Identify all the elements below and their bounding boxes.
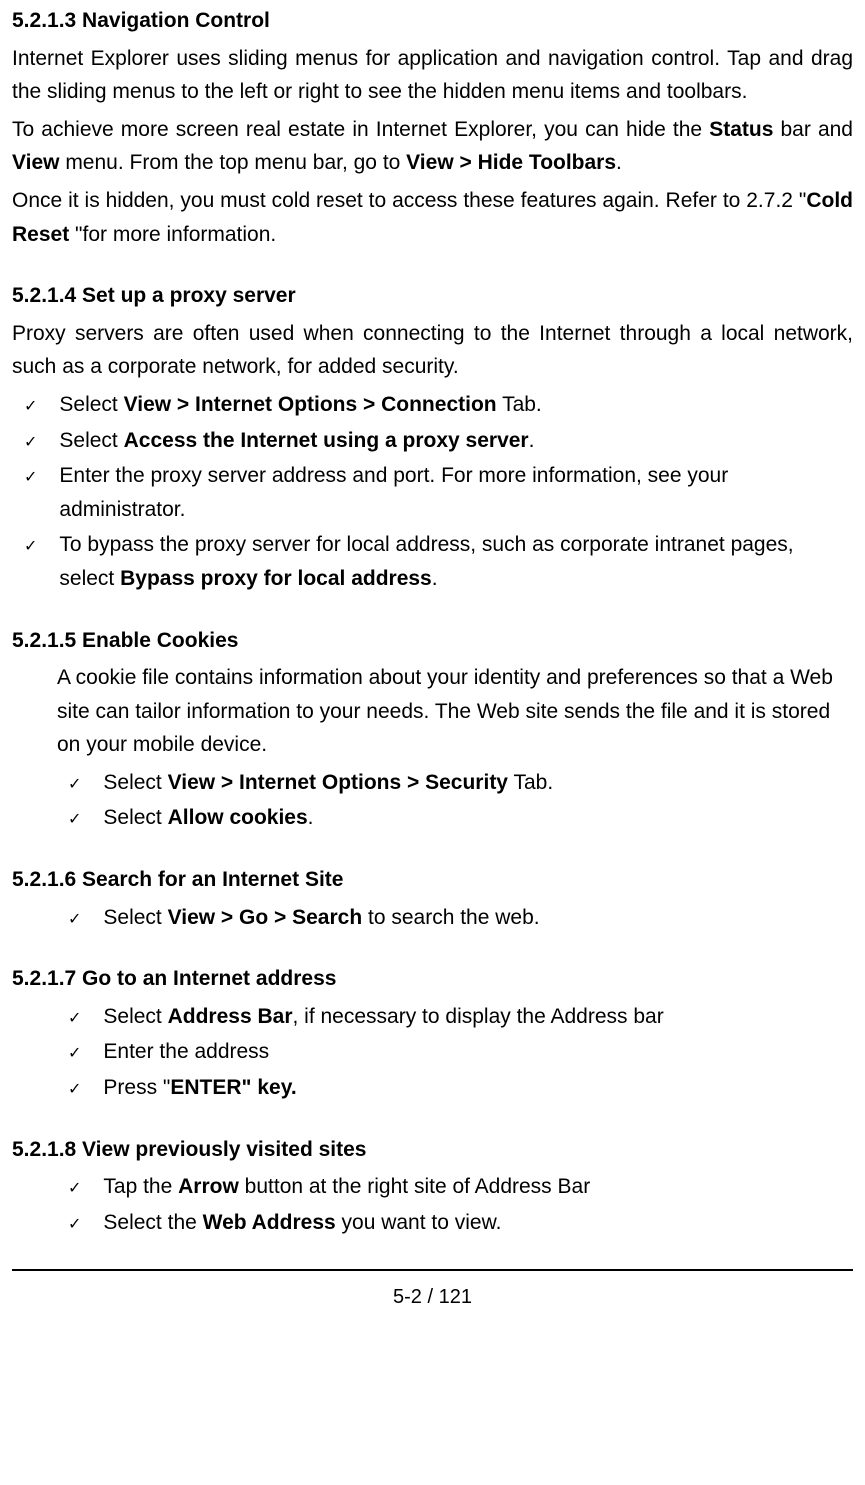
check-icon: ✓	[68, 1176, 81, 1202]
list-item: ✓ Enter the address	[68, 1035, 853, 1069]
check-icon: ✓	[68, 1212, 81, 1238]
list-item: ✓ Select Address Bar, if necessary to di…	[68, 1000, 853, 1034]
section-heading: 5.2.1.3 Navigation Control	[12, 4, 853, 38]
list-item: ✓ Select the Web Address you want to vie…	[68, 1206, 853, 1240]
check-icon: ✓	[68, 1077, 81, 1103]
check-icon: ✓	[68, 1041, 81, 1067]
list-item: ✓ Select View > Internet Options > Secur…	[68, 766, 853, 800]
list-item: ✓ Select Access the Internet using a pro…	[24, 424, 853, 458]
paragraph: To achieve more screen real estate in In…	[12, 113, 853, 180]
list-item: ✓ Tap the Arrow button at the right site…	[68, 1170, 853, 1204]
section-heading: 5.2.1.6 Search for an Internet Site	[12, 863, 853, 897]
section-heading: 5.2.1.8 View previously visited sites	[12, 1133, 853, 1167]
paragraph: Proxy servers are often used when connec…	[12, 317, 853, 384]
check-icon: ✓	[68, 772, 81, 798]
document-page: 5.2.1.3 Navigation Control Internet Expl…	[12, 4, 853, 1313]
list-item: ✓ Select View > Go > Search to search th…	[68, 901, 853, 935]
check-icon: ✓	[24, 394, 37, 420]
list-item: ✓ To bypass the proxy server for local a…	[24, 528, 853, 595]
check-icon: ✓	[68, 1006, 81, 1032]
check-icon: ✓	[24, 534, 37, 560]
check-icon: ✓	[24, 465, 37, 491]
list-item: ✓ Enter the proxy server address and por…	[24, 459, 853, 526]
check-icon: ✓	[68, 907, 81, 933]
check-icon: ✓	[68, 807, 81, 833]
list-item: ✓ Select Allow cookies.	[68, 801, 853, 835]
section-heading: 5.2.1.7 Go to an Internet address	[12, 962, 853, 996]
paragraph: Once it is hidden, you must cold reset t…	[12, 184, 853, 251]
section-heading: 5.2.1.5 Enable Cookies	[12, 624, 853, 658]
check-icon: ✓	[24, 430, 37, 456]
section-heading: 5.2.1.4 Set up a proxy server	[12, 279, 853, 313]
paragraph: Internet Explorer uses sliding menus for…	[12, 42, 853, 109]
list-item: ✓ Select View > Internet Options > Conne…	[24, 388, 853, 422]
page-footer: 5-2 / 121	[12, 1269, 853, 1313]
list-item: ✓ Press "ENTER" key.	[68, 1071, 853, 1105]
paragraph: A cookie file contains information about…	[12, 661, 853, 762]
